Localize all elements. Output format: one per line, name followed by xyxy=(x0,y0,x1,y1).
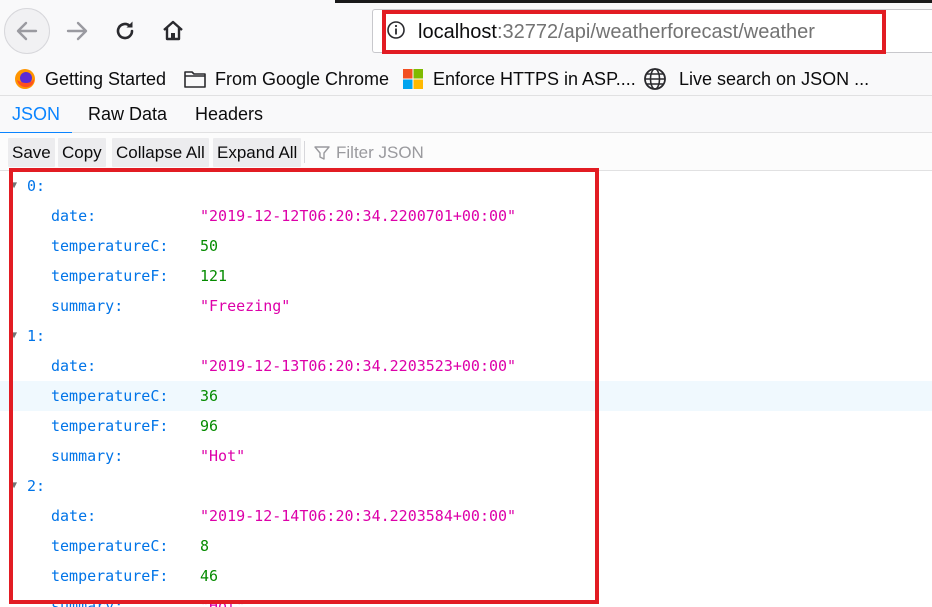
globe-icon xyxy=(644,68,666,90)
microsoft-icon xyxy=(403,69,423,89)
reload-icon xyxy=(116,21,134,40)
json-field-row[interactable]: summary: "Hot" xyxy=(0,591,932,607)
json-field-row[interactable]: date: "2019-12-14T06:20:34.2203584+00:00… xyxy=(0,501,932,531)
json-value: "Freezing" xyxy=(200,297,291,315)
json-key: summary: xyxy=(51,297,124,315)
bookmark-label: Live search on JSON ... xyxy=(679,68,870,89)
arrow-left-icon xyxy=(16,21,38,41)
json-value: 36 xyxy=(200,387,219,405)
bookmark-folder-from-google-chrome[interactable]: From Google Chrome xyxy=(184,66,389,92)
json-value: 96 xyxy=(200,417,219,435)
filter-json-input[interactable]: Filter JSON xyxy=(314,139,424,166)
json-value: 121 xyxy=(200,267,228,285)
navigation-bar: localhost:32772/api/weatherforecast/weat… xyxy=(0,0,932,62)
json-key: temperatureF: xyxy=(51,267,169,285)
json-key: temperatureF: xyxy=(51,417,169,435)
expand-triangle-icon[interactable]: ▼ xyxy=(11,471,17,501)
bookmark-label: Getting Started xyxy=(45,68,167,89)
bookmark-enforce-https[interactable]: Enforce HTTPS in ASP.... xyxy=(402,66,636,92)
expand-triangle-icon[interactable]: ▼ xyxy=(11,171,17,201)
forward-button[interactable] xyxy=(54,8,100,54)
collapse-all-button[interactable]: Collapse All xyxy=(112,138,209,167)
json-key: date: xyxy=(51,357,97,375)
tab-headers[interactable]: Headers xyxy=(183,96,275,133)
json-key: summary: xyxy=(51,447,124,465)
json-value: "Hot" xyxy=(200,597,246,607)
array-index: 2: xyxy=(27,477,46,495)
folder-icon xyxy=(184,71,206,88)
json-viewer-tabs: JSON Raw Data Headers xyxy=(0,96,932,134)
arrow-right-icon xyxy=(66,21,88,41)
json-key: summary: xyxy=(51,597,124,607)
json-field-row[interactable]: date: "2019-12-13T06:20:34.2203523+00:00… xyxy=(0,351,932,381)
json-value: "2019-12-13T06:20:34.2203523+00:00" xyxy=(200,357,517,375)
filter-icon xyxy=(314,145,330,160)
home-icon xyxy=(163,20,183,41)
json-value: "2019-12-12T06:20:34.2200701+00:00" xyxy=(200,207,517,225)
url-annotation-box xyxy=(382,10,886,54)
reload-button[interactable] xyxy=(102,8,148,54)
back-button[interactable] xyxy=(4,8,50,54)
expand-all-button[interactable]: Expand All xyxy=(213,138,302,167)
json-field-row[interactable]: temperatureF: 96 xyxy=(0,411,932,441)
json-field-row[interactable]: temperatureC: 8 xyxy=(0,531,932,561)
tab-raw-data[interactable]: Raw Data xyxy=(76,96,179,133)
array-index: 0: xyxy=(27,177,46,195)
json-key: date: xyxy=(51,507,97,525)
json-toolbar: Save Copy Collapse All Expand All Filter… xyxy=(0,133,932,171)
json-field-row[interactable]: summary: "Hot" xyxy=(0,441,932,471)
json-field-row[interactable]: temperatureC: 50 xyxy=(0,231,932,261)
json-object-row[interactable]: ▼ 0: xyxy=(0,171,932,201)
json-key: date: xyxy=(51,207,97,225)
array-index: 1: xyxy=(27,327,46,345)
json-value: "Hot" xyxy=(200,447,246,465)
bookmark-label: Enforce HTTPS in ASP.... xyxy=(433,68,636,89)
json-value: 8 xyxy=(200,537,210,555)
json-value: "2019-12-14T06:20:34.2203584+00:00" xyxy=(200,507,517,525)
bookmark-label: From Google Chrome xyxy=(215,68,390,89)
firefox-icon xyxy=(15,69,35,89)
bookmarks-toolbar: Getting Started From Google Chrome Enfor… xyxy=(0,62,932,96)
bookmark-live-search-json[interactable]: Live search on JSON ... xyxy=(643,66,869,92)
json-key: temperatureC: xyxy=(51,537,169,555)
bookmark-getting-started[interactable]: Getting Started xyxy=(14,66,166,92)
json-tree: ▼ 0: date: "2019-12-12T06:20:34.2200701+… xyxy=(0,171,932,607)
json-field-row[interactable]: temperatureC: 36 xyxy=(0,381,932,411)
tab-json[interactable]: JSON xyxy=(0,96,73,134)
json-object-row[interactable]: ▼ 2: xyxy=(0,471,932,501)
home-button[interactable] xyxy=(150,8,196,54)
save-button[interactable]: Save xyxy=(8,138,55,167)
json-field-row[interactable]: date: "2019-12-12T06:20:34.2200701+00:00… xyxy=(0,201,932,231)
json-key: temperatureC: xyxy=(51,387,169,405)
json-value: 46 xyxy=(200,567,219,585)
copy-button[interactable]: Copy xyxy=(58,138,106,167)
toolbar-divider xyxy=(304,141,305,163)
json-value: 50 xyxy=(200,237,219,255)
json-object-row[interactable]: ▼ 1: xyxy=(0,321,932,351)
json-field-row[interactable]: temperatureF: 46 xyxy=(0,561,932,591)
json-field-row[interactable]: temperatureF: 121 xyxy=(0,261,932,291)
json-field-row[interactable]: summary: "Freezing" xyxy=(0,291,932,321)
expand-triangle-icon[interactable]: ▼ xyxy=(11,321,17,351)
filter-placeholder: Filter JSON xyxy=(336,142,424,162)
json-key: temperatureC: xyxy=(51,237,169,255)
json-key: temperatureF: xyxy=(51,567,169,585)
